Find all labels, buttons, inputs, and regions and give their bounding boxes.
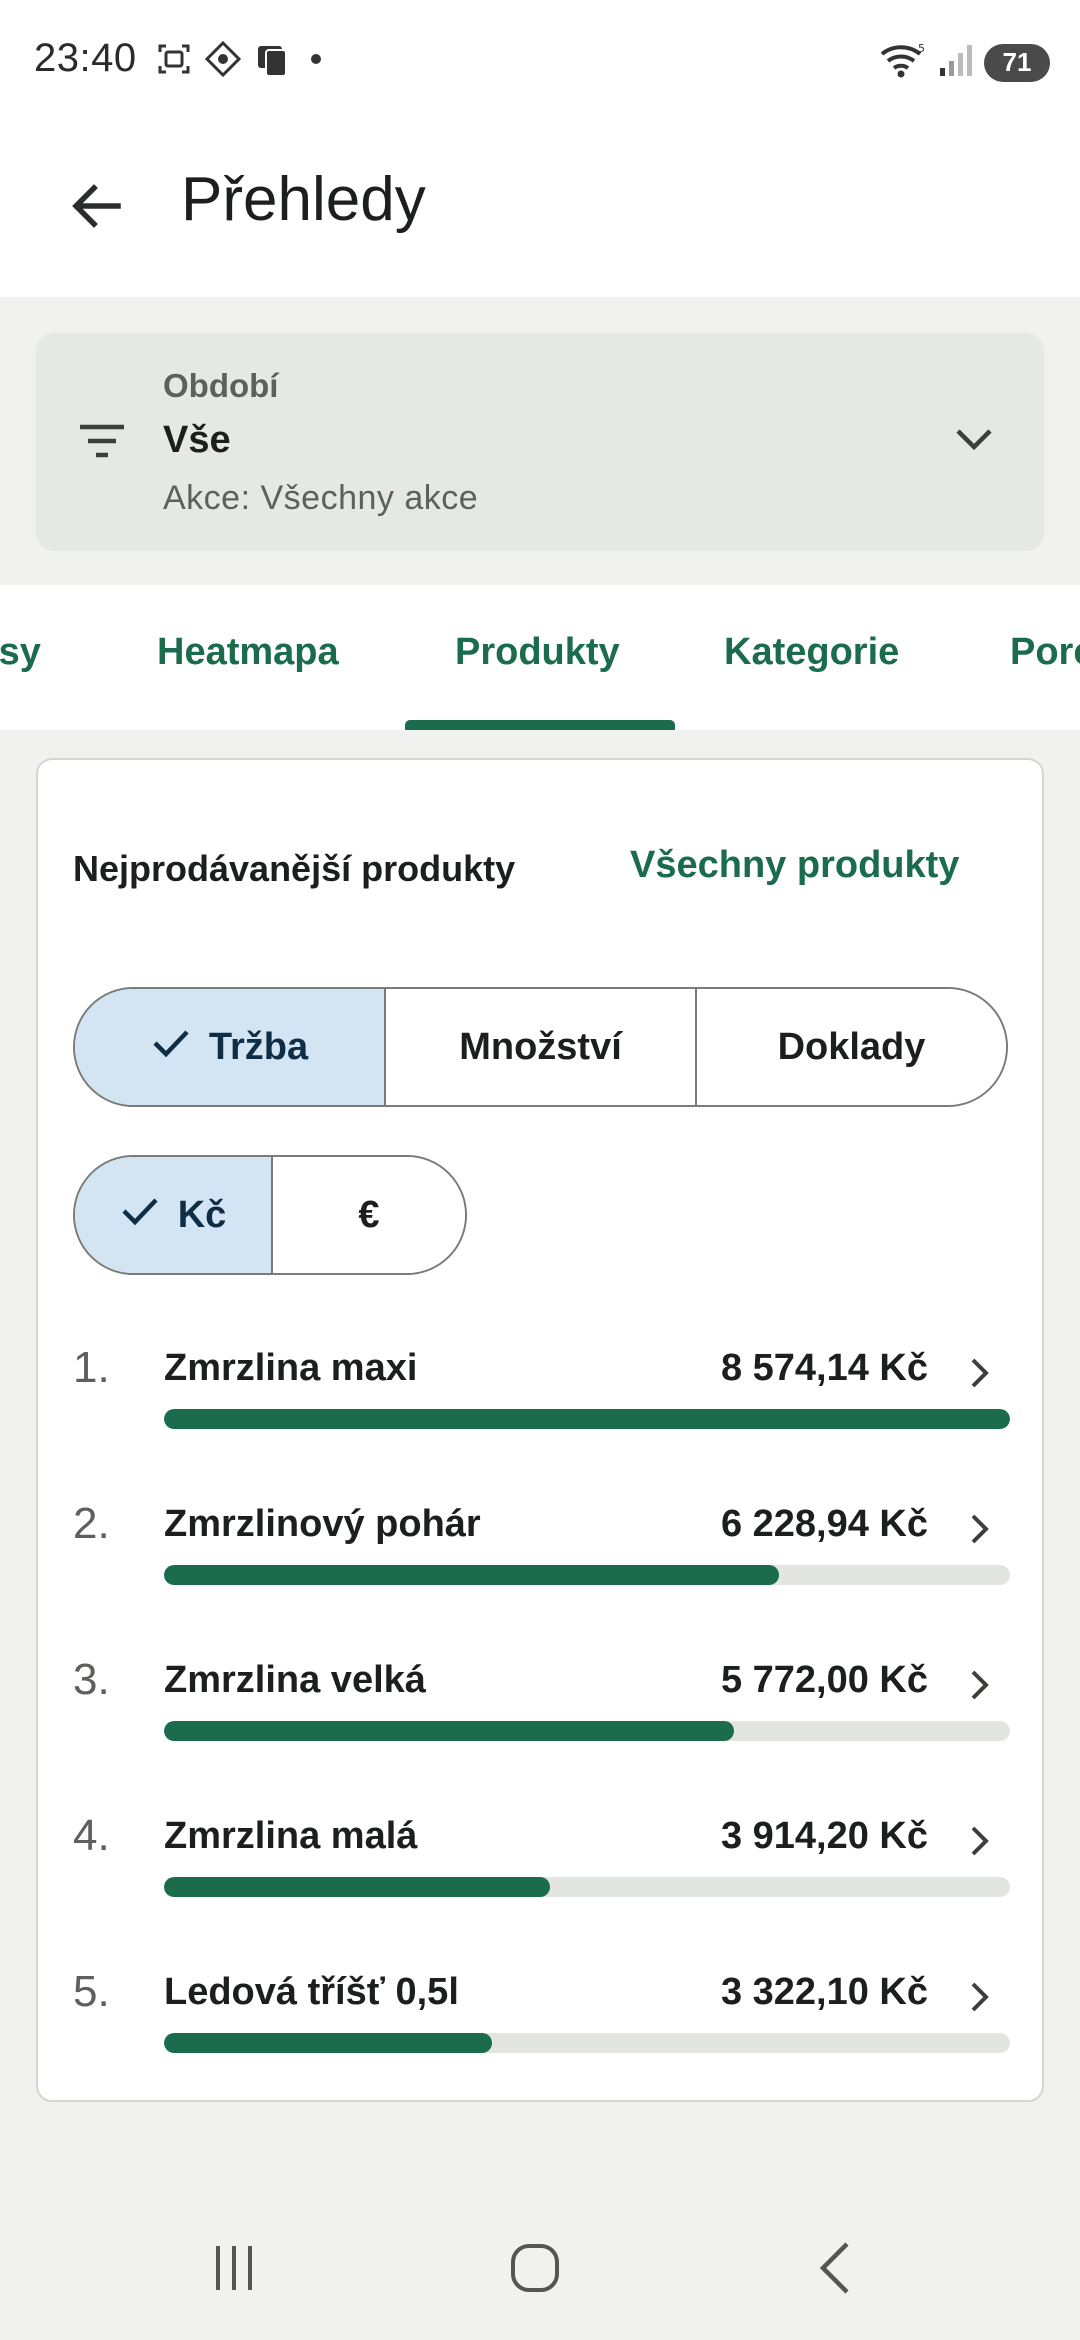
filter-band: Období Vše Akce: Všechny akce [0,297,1080,585]
currency-eur-label: € [358,1193,380,1236]
share-bar-fill [164,2033,492,2053]
all-products-link[interactable]: Všechny produkty [630,844,959,887]
product-row[interactable]: 3. Zmrzlina velká 5 772,00 Kč [38,1647,1046,1803]
tab-bar: Kasy Heatmapa Produkty Kategorie Pore [0,585,1080,730]
metric-receipts-button[interactable]: Doklady [695,989,1006,1105]
tab-indicator [405,720,675,730]
location-icon [204,40,242,78]
filter-value: Vše [163,419,231,461]
tab-kasy[interactable]: Kasy [0,631,41,674]
product-rank: 4. [73,1811,110,1860]
share-bar-fill [164,1409,1010,1429]
status-icons-left [156,40,328,78]
share-bar-fill [164,1877,551,1897]
dot-icon [304,47,328,71]
battery-icon: 71 [984,43,1050,82]
product-name: Zmrzlina malá [164,1815,418,1857]
product-row[interactable]: 4. Zmrzlina malá 3 914,20 Kč [38,1803,1046,1959]
share-bar-fill [164,1721,734,1741]
product-row[interactable]: 1. Zmrzlina maxi 8 574,14 Kč [38,1335,1046,1491]
product-rank: 5. [73,1967,110,2016]
status-bar: 23:40 5 71 [0,0,1080,122]
chevron-right-icon [968,1667,992,1708]
back-nav-button[interactable] [797,2235,877,2305]
signal-icon [938,42,974,83]
status-time: 23:40 [34,36,137,80]
tab-produkty[interactable]: Produkty [455,631,620,674]
tab-heatmapa[interactable]: Heatmapa [157,631,339,674]
back-button[interactable] [60,172,132,244]
share-bar-track [164,2033,1010,2053]
chevron-right-icon [968,1979,992,2020]
product-row[interactable]: 5. Ledová tříšť 0,5l 3 322,10 Kč [38,1959,1046,2115]
share-bar-track [164,1565,1010,1585]
metric-revenue-button[interactable]: Tržba [75,989,384,1105]
currency-eur-button[interactable]: € [271,1157,465,1273]
home-button[interactable] [495,2235,575,2305]
product-name: Zmrzlinový pohár [164,1503,481,1545]
share-bar-fill [164,1565,779,1585]
share-bar-track [164,1721,1010,1741]
product-value: 3 322,10 Kč [720,1971,928,2013]
system-nav-bar [0,2195,1080,2340]
product-value: 5 772,00 Kč [720,1659,928,1701]
page-title: Přehledy [181,165,426,234]
product-value: 6 228,94 Kč [720,1503,928,1545]
device-icon [254,40,292,78]
wifi-icon: 5 [878,40,928,85]
product-name: Zmrzlina maxi [164,1347,418,1389]
screenshot-icon [156,41,192,77]
product-name: Zmrzlina velká [164,1659,426,1701]
status-icons-right: 5 71 [878,40,1050,85]
product-rank: 2. [73,1499,110,1548]
chevron-right-icon [968,1511,992,1552]
home-icon [505,2238,565,2303]
metric-receipts-label: Doklady [777,1025,926,1068]
svg-text:5: 5 [918,42,925,55]
currency-czk-button[interactable]: Kč [75,1157,271,1273]
product-value: 3 914,20 Kč [720,1815,928,1857]
check-icon [120,1194,160,1237]
product-name: Ledová tříšť 0,5l [164,1971,459,2013]
top-products-card: Nejprodávanější produkty Všechny produkt… [36,758,1044,2102]
product-rank: 1. [73,1343,110,1392]
metric-revenue-label: Tržba [208,1025,309,1068]
metric-quantity-label: Množství [459,1025,622,1068]
recent-apps-icon [204,2240,264,2301]
product-row[interactable]: 2. Zmrzlinový pohár 6 228,94 Kč [38,1491,1046,1647]
arrow-left-icon [68,178,124,239]
product-rank: 3. [73,1655,110,1704]
currency-czk-label: Kč [177,1193,227,1236]
currency-toggle: Kč € [73,1155,467,1275]
metric-toggle: Tržba Množství Doklady [73,987,1008,1107]
filter-subtitle: Akce: Všechny akce [163,479,479,517]
chevron-right-icon [968,1823,992,1864]
card-title: Nejprodávanější produkty [73,848,516,889]
back-nav-icon [807,2238,867,2303]
chevron-down-icon [954,425,994,458]
chevron-right-icon [968,1355,992,1396]
recent-apps-button[interactable] [194,2235,274,2305]
filter-icon [78,421,126,466]
period-filter-dropdown[interactable]: Období Vše Akce: Všechny akce [36,333,1044,551]
filter-label: Období [163,367,279,404]
share-bar-track [164,1409,1010,1429]
metric-quantity-button[interactable]: Množství [384,989,695,1105]
share-bar-track [164,1877,1010,1897]
check-icon [151,1026,191,1069]
app-bar: Přehledy [0,122,1080,297]
product-value: 8 574,14 Kč [720,1347,928,1389]
tab-poradi[interactable]: Pore [1010,631,1080,674]
tab-kategorie[interactable]: Kategorie [724,631,899,674]
